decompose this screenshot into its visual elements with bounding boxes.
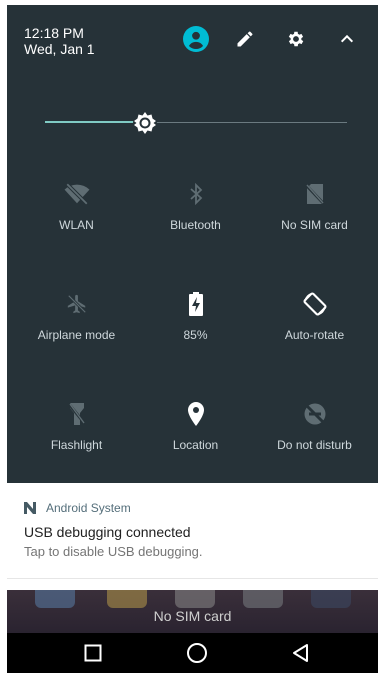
tile-airplane-mode[interactable]: Airplane mode	[15, 290, 138, 370]
location-icon	[182, 400, 210, 428]
auto-rotate-icon	[301, 290, 329, 318]
airplane-icon	[63, 290, 91, 318]
carrier-status: No SIM card	[153, 608, 232, 624]
flashlight-icon	[63, 400, 91, 428]
recents-button[interactable]	[79, 641, 107, 665]
tile-wlan[interactable]: WLAN	[15, 180, 138, 260]
android-system-icon	[24, 502, 36, 514]
tile-label: Flashlight	[50, 438, 103, 452]
tile-label: Auto-rotate	[284, 328, 345, 342]
tile-auto-rotate[interactable]: Auto-rotate	[253, 290, 376, 370]
notification-title: USB debugging connected	[24, 524, 191, 540]
notification-header: Android System	[24, 501, 131, 515]
edit-icon[interactable]	[231, 25, 259, 53]
wifi-off-icon	[63, 180, 91, 208]
no-sim-icon	[301, 180, 329, 208]
app-icon	[107, 590, 147, 608]
tile-battery[interactable]: 85%	[134, 290, 257, 370]
tile-no-sim[interactable]: No SIM card	[253, 180, 376, 260]
tile-label: Location	[172, 438, 219, 452]
tile-label: Airplane mode	[37, 328, 116, 342]
tile-label: Bluetooth	[170, 218, 221, 232]
brightness-slider[interactable]	[45, 108, 347, 138]
tile-do-not-disturb[interactable]: Do not disturb	[253, 400, 376, 480]
tile-flashlight[interactable]: Flashlight	[15, 400, 138, 480]
tile-label: WLAN	[59, 218, 94, 232]
bluetooth-icon	[182, 180, 210, 208]
settings-icon[interactable]	[282, 25, 310, 53]
battery-level: 85%	[183, 328, 208, 342]
app-icon	[243, 590, 283, 608]
tile-label: No SIM card	[281, 218, 348, 232]
tile-label: Do not disturb	[277, 438, 352, 452]
quick-settings-panel: 12:18 PM Wed, Jan 1 WLAN Bluetooth No SI…	[7, 5, 378, 483]
brightness-fill	[45, 121, 145, 123]
tile-bluetooth[interactable]: Bluetooth	[134, 180, 257, 260]
brightness-icon[interactable]	[132, 110, 158, 136]
app-icon	[35, 590, 75, 608]
date: Wed, Jan 1	[24, 41, 95, 57]
navigation-bar	[7, 633, 378, 673]
usb-debugging-notification[interactable]: Android System USB debugging connected T…	[7, 483, 378, 579]
home-screen-behind: No SIM card	[7, 590, 378, 633]
home-button[interactable]	[183, 641, 211, 665]
do-not-disturb-icon	[301, 400, 329, 428]
collapse-icon[interactable]	[333, 25, 361, 53]
notification-app-name: Android System	[46, 501, 131, 515]
tile-location[interactable]: Location	[134, 400, 257, 480]
back-button[interactable]	[287, 641, 315, 665]
battery-charging-icon	[182, 290, 210, 318]
account-icon[interactable]	[182, 25, 210, 53]
clock: 12:18 PM	[24, 25, 84, 41]
app-icon	[311, 590, 351, 608]
app-icon	[175, 590, 215, 608]
notification-text: Tap to disable USB debugging.	[24, 544, 203, 559]
